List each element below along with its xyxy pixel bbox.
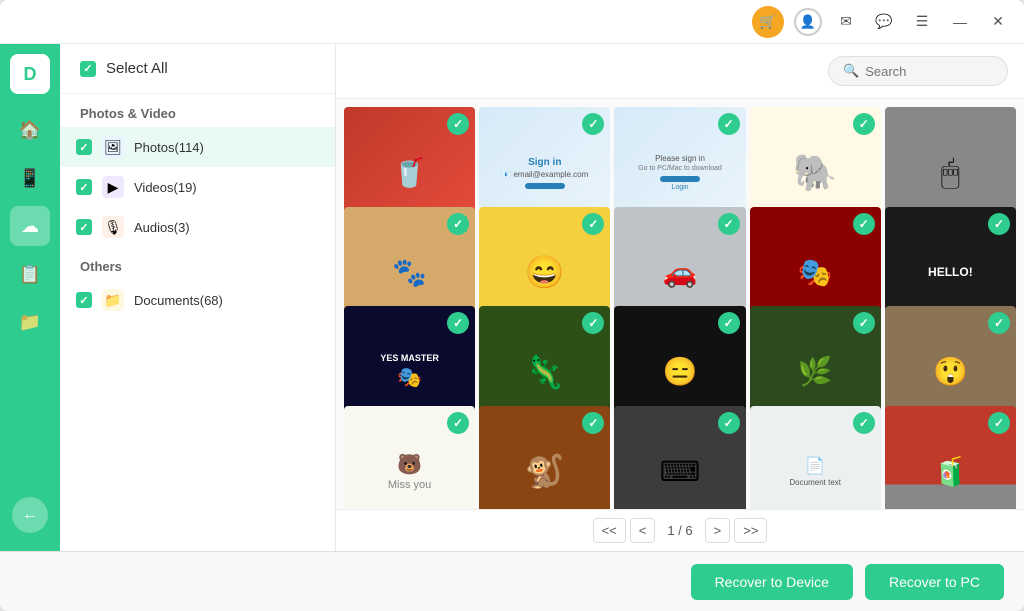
photo-check: ✓: [582, 213, 604, 235]
sidebar-item-backup[interactable]: ☁: [10, 206, 50, 246]
page-info: 1 / 6: [659, 519, 700, 542]
title-bar-icons: 🛒 👤 ✉ 💬 ☰ — ✕: [752, 6, 1012, 38]
back-button[interactable]: ←: [12, 497, 48, 533]
photo-check: ✓: [582, 412, 604, 434]
photo-check: ✓: [718, 113, 740, 135]
photo-check: ✓: [853, 113, 875, 135]
menu-icon[interactable]: ☰: [908, 8, 936, 36]
photo-check: ✓: [447, 412, 469, 434]
search-icon: 🔍: [843, 63, 859, 79]
documents-label: Documents(68): [134, 293, 223, 308]
nav-item-videos[interactable]: ▶ Videos(19): [60, 167, 335, 207]
sidebar-item-folder[interactable]: 📁: [10, 302, 50, 342]
bottom-bar: Recover to Device Recover to PC: [0, 551, 1024, 611]
search-box[interactable]: 🔍: [828, 56, 1008, 86]
photo-item[interactable]: 📄 Document text ✓: [750, 406, 881, 510]
select-all-checkbox[interactable]: [80, 61, 96, 77]
photo-check: ✓: [853, 312, 875, 334]
photo-item[interactable]: ⌨ ✓: [614, 406, 745, 510]
photo-check: ✓: [718, 213, 740, 235]
section-others: Others: [60, 247, 335, 280]
minimize-button[interactable]: —: [946, 8, 974, 36]
prev-page-button[interactable]: <: [630, 518, 656, 543]
sidebar-item-home[interactable]: 🏠: [10, 110, 50, 150]
videos-label: Videos(19): [134, 180, 197, 195]
documents-checkbox[interactable]: [76, 292, 92, 308]
photo-check: ✓: [988, 312, 1010, 334]
sidebar: D 🏠 📱 ☁ 📋 📁 ←: [0, 44, 60, 551]
section-photos-video: Photos & Video: [60, 94, 335, 127]
sidebar-item-phone[interactable]: 📱: [10, 158, 50, 198]
photo-check: ✓: [988, 412, 1010, 434]
photo-check: ✓: [718, 412, 740, 434]
next-page-button[interactable]: >: [705, 518, 731, 543]
search-input[interactable]: [865, 64, 995, 79]
nav-item-audios[interactable]: 🎙 Audios(3): [60, 207, 335, 247]
nav-item-documents[interactable]: 📁 Documents(68): [60, 280, 335, 320]
photo-check: ✓: [853, 213, 875, 235]
first-page-button[interactable]: <<: [593, 518, 626, 543]
audios-checkbox[interactable]: [76, 219, 92, 235]
right-content: 🔍 🥤 ✓ Sign in 📧 email@example.com: [336, 44, 1024, 551]
main-content: D 🏠 📱 ☁ 📋 📁 ← Select All Photos & Video …: [0, 44, 1024, 551]
sidebar-item-restore[interactable]: 📋: [10, 254, 50, 294]
select-all-row[interactable]: Select All: [60, 44, 335, 94]
pagination: << < 1 / 6 > >>: [336, 509, 1024, 551]
app-logo: D: [10, 54, 50, 94]
chat-icon[interactable]: 💬: [870, 8, 898, 36]
audios-icon: 🎙: [102, 216, 124, 238]
recover-to-pc-button[interactable]: Recover to PC: [865, 564, 1004, 600]
nav-item-photos[interactable]: 🖼 Photos(114): [60, 127, 335, 167]
photos-checkbox[interactable]: [76, 139, 92, 155]
title-bar: 🛒 👤 ✉ 💬 ☰ — ✕: [0, 0, 1024, 44]
documents-icon: 📁: [102, 289, 124, 311]
photo-check: ✓: [853, 412, 875, 434]
left-panel: Select All Photos & Video 🖼 Photos(114) …: [60, 44, 336, 551]
photo-item[interactable]: 🧃 ✓: [885, 406, 1016, 510]
user-icon[interactable]: 👤: [794, 8, 822, 36]
photo-grid: 🥤 ✓ Sign in 📧 email@example.com ✓ Please…: [336, 99, 1024, 509]
right-header: 🔍: [336, 44, 1024, 99]
audios-label: Audios(3): [134, 220, 190, 235]
photo-item[interactable]: 🐻 Miss you ✓: [344, 406, 475, 510]
mail-icon[interactable]: ✉: [832, 8, 860, 36]
photo-check: ✓: [718, 312, 740, 334]
select-all-label: Select All: [106, 60, 168, 77]
last-page-button[interactable]: >>: [734, 518, 767, 543]
recover-to-device-button[interactable]: Recover to Device: [691, 564, 853, 600]
shop-icon[interactable]: 🛒: [752, 6, 784, 38]
close-button[interactable]: ✕: [984, 8, 1012, 36]
photo-check: ✓: [988, 213, 1010, 235]
photos-label: Photos(114): [134, 140, 204, 155]
photo-item[interactable]: 🐒 ✓: [479, 406, 610, 510]
videos-checkbox[interactable]: [76, 179, 92, 195]
videos-icon: ▶: [102, 176, 124, 198]
photo-check: ✓: [447, 213, 469, 235]
photos-icon: 🖼: [102, 136, 124, 158]
